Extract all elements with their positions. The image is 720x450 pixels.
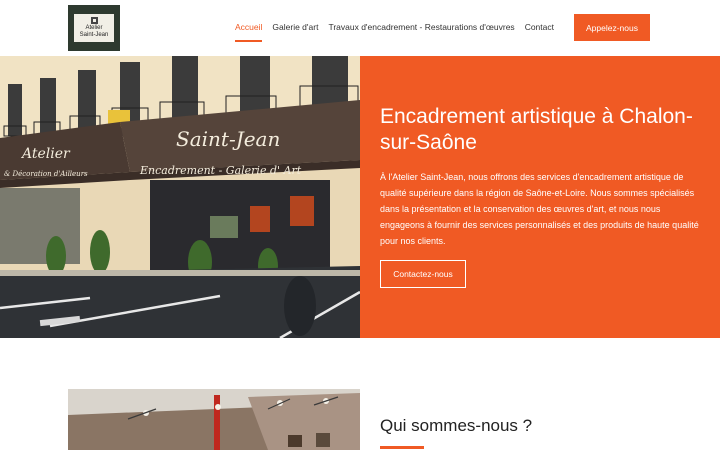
main-nav: Accueil Galerie d'art Travaux d'encadrem… — [235, 22, 564, 42]
call-us-button[interactable]: Appelez-nous — [574, 14, 650, 41]
logo-line-2: Saint-Jean — [79, 32, 109, 38]
nav-item-galerie[interactable]: Galerie d'art — [272, 22, 318, 42]
contact-us-button[interactable]: Contactez-nous — [380, 260, 466, 288]
awning-right-sub: Encadrement - Galerie d' Art — [139, 164, 302, 177]
about-title: Qui sommes-nous ? — [380, 416, 533, 435]
awning-left-text: Atelier — [20, 146, 71, 162]
hero-title: Encadrement artistique à Chalon-sur-Saôn… — [380, 105, 693, 154]
logo-line-1: Atelier — [85, 25, 103, 31]
gallery-interior-photo — [68, 389, 360, 450]
nav-item-contact[interactable]: Contact — [525, 22, 554, 42]
awning-left-sub: & Décoration d'Ailleurs — [4, 170, 88, 178]
hero-panel: Encadrement artistique à Chalon-sur-Saôn… — [360, 56, 720, 338]
nav-item-accueil[interactable]: Accueil — [235, 22, 263, 42]
awning-right-text: Saint-Jean — [176, 127, 280, 151]
about-title-underline — [380, 446, 424, 449]
logo-mark-icon — [90, 17, 98, 24]
storefront-photo: Atelier & Décoration d'Ailleurs Saint-Je… — [0, 56, 360, 338]
site-header: Atelier Saint-Jean Accueil Galerie d'art… — [0, 0, 720, 56]
site-logo[interactable]: Atelier Saint-Jean — [68, 5, 120, 51]
logo-plate: Atelier Saint-Jean — [74, 14, 114, 42]
hero-description: À l'Atelier Saint-Jean, nous offrons des… — [380, 172, 699, 246]
nav-item-travaux[interactable]: Travaux d'encadrement - Restaurations d'… — [328, 22, 514, 42]
hero-section: Atelier & Décoration d'Ailleurs Saint-Je… — [0, 56, 720, 338]
